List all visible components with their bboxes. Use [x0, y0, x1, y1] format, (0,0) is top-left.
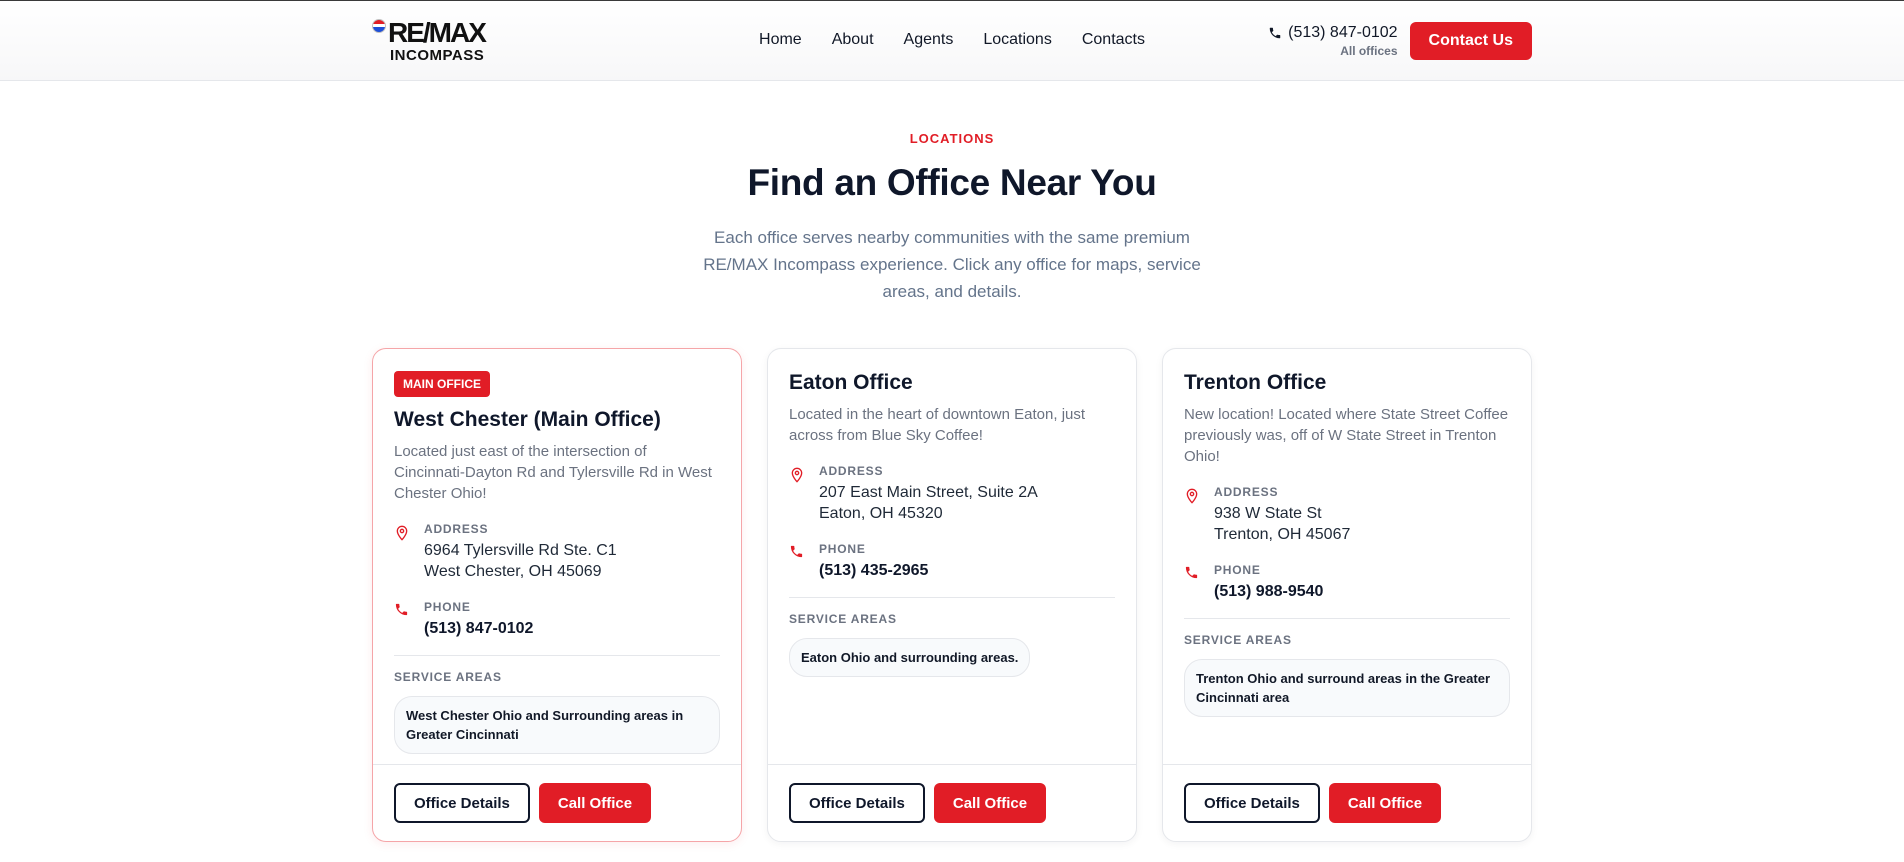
header-phone-caption: All offices — [1340, 43, 1398, 58]
office-description: New location! Located where State Street… — [1184, 406, 1509, 465]
nav-home[interactable]: Home — [759, 31, 802, 49]
phone-label: PHONE — [819, 542, 866, 556]
address-line-1: 207 East Main Street, Suite 2A — [819, 484, 1038, 501]
card-actions: Office Details Call Office — [768, 764, 1136, 841]
divider — [789, 597, 1115, 598]
address-line-1: 6964 Tylersville Rd Ste. C1 — [424, 542, 617, 559]
office-phone: PHONE (513) 988-9540 — [1184, 563, 1510, 602]
service-areas-label: SERVICE AREAS — [1184, 633, 1292, 647]
office-description: Located just east of the intersection of… — [394, 443, 712, 502]
office-details-button[interactable]: Office Details — [1184, 783, 1320, 823]
office-details-button[interactable]: Office Details — [789, 783, 925, 823]
office-description: Located in the heart of downtown Eaton, … — [789, 406, 1086, 444]
service-area-chip: West Chester Ohio and Surrounding areas … — [394, 696, 720, 754]
address-label: ADDRESS — [819, 464, 884, 478]
divider — [1184, 618, 1510, 619]
map-pin-icon — [394, 522, 410, 582]
office-name: West Chester (Main Office) — [394, 408, 661, 431]
call-office-button[interactable]: Call Office — [1328, 783, 1442, 823]
phone-icon — [1269, 27, 1281, 38]
header-actions: (513) 847-0102 All offices Contact Us — [1268, 21, 1532, 60]
phone-icon — [789, 542, 805, 581]
office-cards: MAIN OFFICE West Chester (Main Office) L… — [372, 348, 1532, 842]
phone-icon — [394, 600, 410, 639]
main-nav: Home About Agents Locations Contacts — [759, 31, 1145, 49]
office-phone-number[interactable]: (513) 435-2965 — [819, 560, 928, 581]
page-subtitle: Each office serves nearby communities wi… — [703, 228, 1201, 301]
office-address: ADDRESS 207 East Main Street, Suite 2A E… — [789, 464, 1115, 524]
nav-contacts[interactable]: Contacts — [1082, 31, 1145, 49]
office-phone-number[interactable]: (513) 847-0102 — [424, 618, 533, 639]
nav-locations[interactable]: Locations — [983, 31, 1052, 49]
office-phone-number[interactable]: (513) 988-9540 — [1214, 581, 1323, 602]
address-line-2: Trenton, OH 45067 — [1214, 526, 1351, 543]
contact-us-button[interactable]: Contact Us — [1409, 21, 1532, 60]
service-areas-label: SERVICE AREAS — [394, 670, 502, 684]
address-line-2: West Chester, OH 45069 — [424, 563, 602, 580]
office-details-button[interactable]: Office Details — [394, 783, 530, 823]
office-phone: PHONE (513) 847-0102 — [394, 600, 720, 639]
section-eyebrow: LOCATIONS — [909, 131, 995, 146]
balloon-icon — [372, 18, 386, 33]
phone-label: PHONE — [1214, 563, 1261, 577]
logo-subbrand: INCOMPASS — [390, 46, 485, 64]
call-office-button[interactable]: Call Office — [538, 783, 652, 823]
main-office-badge: MAIN OFFICE — [394, 371, 490, 397]
office-name: Eaton Office — [789, 371, 913, 394]
office-card-trenton[interactable]: Trenton Office New location! Located whe… — [1162, 348, 1532, 842]
address-line-1: 938 W State St — [1214, 505, 1322, 522]
remax-logo[interactable]: RE/MAX INCOMPASS — [372, 16, 492, 64]
office-card-eaton[interactable]: Eaton Office Located in the heart of dow… — [767, 348, 1137, 842]
logo-brand: RE/MAX — [388, 16, 487, 48]
service-area-chip: Trenton Ohio and surround areas in the G… — [1184, 659, 1510, 717]
page-title: Find an Office Near You — [747, 162, 1157, 203]
address-line-2: Eaton, OH 45320 — [819, 505, 943, 522]
map-pin-icon — [789, 464, 805, 524]
phone-icon — [1184, 563, 1200, 602]
map-pin-icon — [1184, 485, 1200, 545]
divider — [394, 655, 720, 656]
office-address: ADDRESS 6964 Tylersville Rd Ste. C1 West… — [394, 522, 720, 582]
hero-section: LOCATIONS Find an Office Near You Each o… — [0, 81, 1904, 305]
site-header: RE/MAX INCOMPASS Home About Agents Locat… — [0, 1, 1904, 81]
address-label: ADDRESS — [1214, 485, 1279, 499]
card-actions: Office Details Call Office — [373, 764, 741, 841]
nav-about[interactable]: About — [832, 31, 874, 49]
address-label: ADDRESS — [424, 522, 489, 536]
header-phone-number: (513) 847-0102 — [1288, 23, 1398, 41]
office-name: Trenton Office — [1184, 371, 1327, 394]
office-address: ADDRESS 938 W State St Trenton, OH 45067 — [1184, 485, 1510, 545]
header-phone[interactable]: (513) 847-0102 All offices — [1268, 23, 1398, 58]
office-phone: PHONE (513) 435-2965 — [789, 542, 1115, 581]
card-actions: Office Details Call Office — [1163, 764, 1531, 841]
phone-label: PHONE — [424, 600, 471, 614]
nav-agents[interactable]: Agents — [904, 31, 954, 49]
service-area-chip: Eaton Ohio and surrounding areas. — [789, 638, 1031, 677]
call-office-button[interactable]: Call Office — [933, 783, 1047, 823]
service-areas-label: SERVICE AREAS — [789, 612, 897, 626]
office-card-west-chester[interactable]: MAIN OFFICE West Chester (Main Office) L… — [372, 348, 742, 842]
